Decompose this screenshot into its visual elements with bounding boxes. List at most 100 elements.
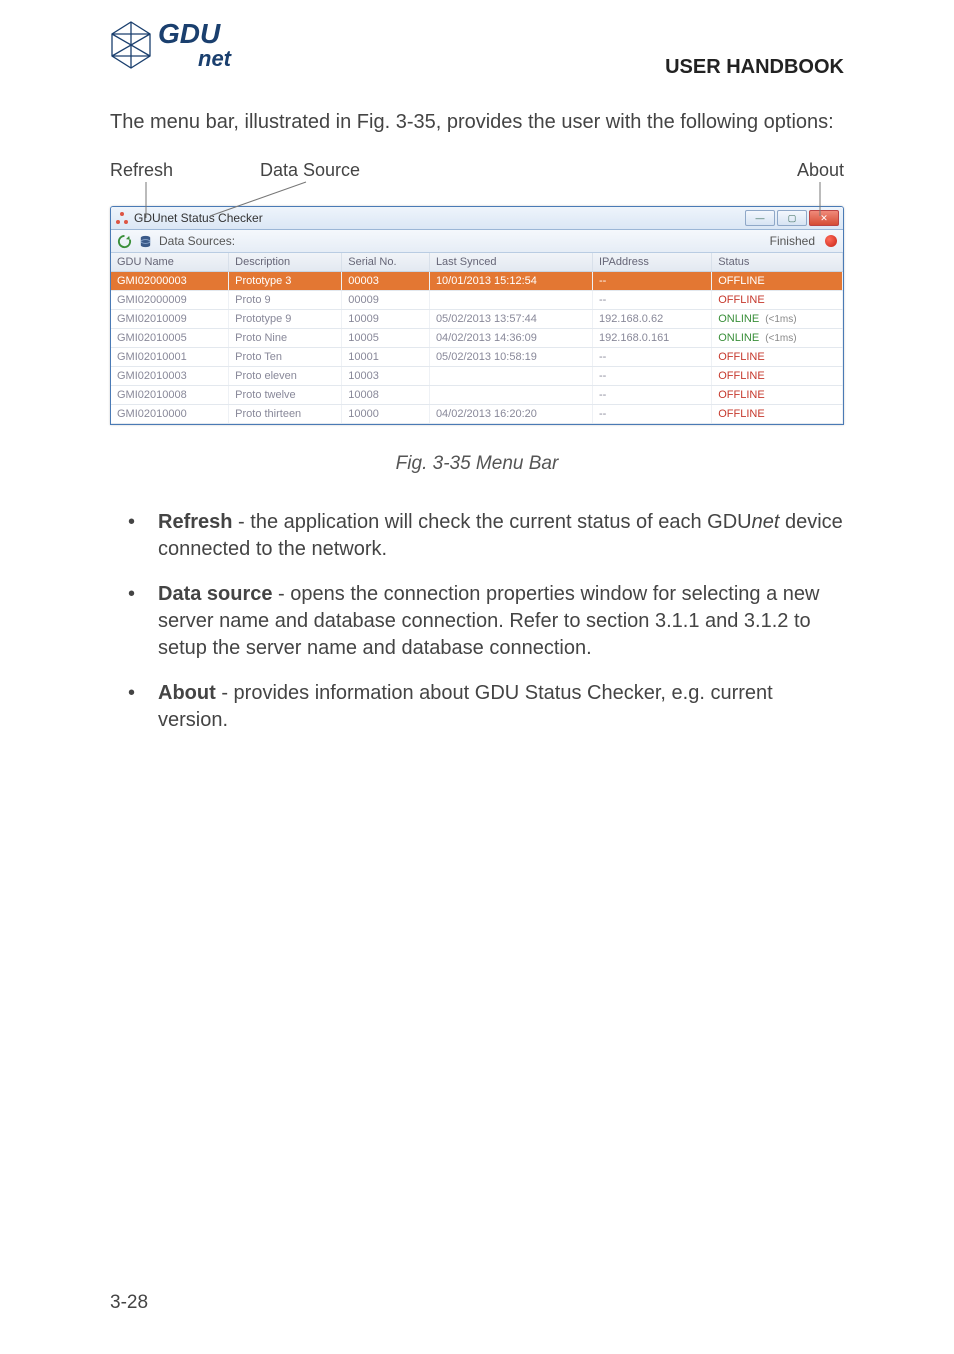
table-cell: GMI02010003 (111, 367, 229, 386)
handbook-title: USER HANDBOOK (665, 56, 844, 79)
table-cell: -- (592, 367, 711, 386)
page-number: 3-28 (110, 1292, 148, 1314)
toolbar-label: Data Sources: (159, 234, 764, 248)
table-cell: 192.168.0.62 (592, 310, 711, 329)
page-header: GDU net USER HANDBOOK (110, 20, 844, 79)
table-row[interactable]: GMI02010005Proto Nine1000504/02/2013 14:… (111, 329, 843, 348)
data-source-icon[interactable] (138, 234, 153, 249)
list-item: About - provides information about GDU S… (128, 680, 844, 734)
status-cell: ONLINE(<1ms) (712, 310, 843, 329)
close-button[interactable]: ✕ (809, 210, 839, 226)
table-cell: 05/02/2013 10:58:19 (429, 348, 592, 367)
label-about: About (797, 160, 844, 181)
logo-text-top: GDU (158, 20, 231, 48)
table-cell: Proto 9 (229, 291, 342, 310)
table-cell: Proto eleven (229, 367, 342, 386)
table-cell: Proto Nine (229, 329, 342, 348)
table-row[interactable]: GMI02000009Proto 900009 --OFFLINE (111, 291, 843, 310)
logo-text-bottom: net (198, 48, 231, 70)
list-item: Data source - opens the connection prope… (128, 581, 844, 662)
table-cell: Prototype 3 (229, 272, 342, 291)
window-titlebar[interactable]: GDUnet Status Checker — ▢ ✕ (111, 207, 843, 230)
figure-caption: Fig. 3-35 Menu Bar (110, 453, 844, 475)
logo-wire-icon (110, 20, 152, 70)
table-cell: -- (592, 386, 711, 405)
callout-labels: Refresh Data Source About (110, 160, 844, 206)
status-indicator-icon (825, 235, 837, 247)
label-refresh: Refresh (110, 160, 173, 181)
bullet-strong: Refresh (158, 511, 232, 533)
table-cell: GMI02000003 (111, 272, 229, 291)
col-last-synced[interactable]: Last Synced (429, 253, 592, 272)
table-cell: 00009 (342, 291, 430, 310)
table-cell: 10005 (342, 329, 430, 348)
window-title: GDUnet Status Checker (134, 211, 743, 225)
table-cell: -- (592, 291, 711, 310)
status-text: Finished (770, 234, 815, 248)
maximize-button[interactable]: ▢ (777, 210, 807, 226)
toolbar: Data Sources: Finished (111, 230, 843, 253)
bullet-italic: net (752, 511, 780, 533)
bullet-text: - provides information about GDU Status … (158, 682, 773, 731)
intro-paragraph: The menu bar, illustrated in Fig. 3-35, … (110, 109, 844, 136)
table-cell: GMI02010001 (111, 348, 229, 367)
table-cell: -- (592, 348, 711, 367)
bullet-strong: About (158, 682, 216, 704)
list-item: Refresh - the application will check the… (128, 509, 844, 563)
table-cell: 10/01/2013 15:12:54 (429, 272, 592, 291)
app-icon (115, 211, 129, 225)
status-cell: OFFLINE (712, 348, 843, 367)
table-row[interactable]: GMI02010003Proto eleven10003 --OFFLINE (111, 367, 843, 386)
table-cell (429, 291, 592, 310)
table-row[interactable]: GMI02000003Prototype 30000310/01/2013 15… (111, 272, 843, 291)
status-cell: OFFLINE (712, 405, 843, 424)
col-serial[interactable]: Serial No. (342, 253, 430, 272)
minimize-button[interactable]: — (745, 210, 775, 226)
table-cell: 10008 (342, 386, 430, 405)
table-header-row: GDU Name Description Serial No. Last Syn… (111, 253, 843, 272)
table-cell: 04/02/2013 16:20:20 (429, 405, 592, 424)
table-cell: 10003 (342, 367, 430, 386)
table-cell (429, 367, 592, 386)
bullet-list: Refresh - the application will check the… (128, 509, 844, 734)
status-cell: OFFLINE (712, 386, 843, 405)
status-cell: OFFLINE (712, 367, 843, 386)
col-gdu-name[interactable]: GDU Name (111, 253, 229, 272)
table-cell: -- (592, 272, 711, 291)
refresh-icon[interactable] (117, 234, 132, 249)
table-cell: Proto thirteen (229, 405, 342, 424)
table-cell: 04/02/2013 14:36:09 (429, 329, 592, 348)
table-cell: 10009 (342, 310, 430, 329)
table-cell: 10001 (342, 348, 430, 367)
table-cell: 10000 (342, 405, 430, 424)
logo: GDU net (110, 20, 231, 70)
table-cell: Proto twelve (229, 386, 342, 405)
table-cell: GMI02000009 (111, 291, 229, 310)
table-row[interactable]: GMI02010008Proto twelve10008 --OFFLINE (111, 386, 843, 405)
table-row[interactable]: GMI02010001Proto Ten1000105/02/2013 10:5… (111, 348, 843, 367)
col-ipaddress[interactable]: IPAddress (592, 253, 711, 272)
table-cell (429, 386, 592, 405)
status-checker-window: GDUnet Status Checker — ▢ ✕ Data Sources… (110, 206, 844, 425)
table-cell: -- (592, 405, 711, 424)
bullet-strong: Data source (158, 583, 273, 605)
table-cell: GMI02010005 (111, 329, 229, 348)
label-data-source: Data Source (260, 160, 360, 181)
status-cell: OFFLINE (712, 291, 843, 310)
status-table: GDU Name Description Serial No. Last Syn… (111, 253, 843, 424)
table-cell: GMI02010008 (111, 386, 229, 405)
table-row[interactable]: GMI02010009Prototype 91000905/02/2013 13… (111, 310, 843, 329)
table-cell: 00003 (342, 272, 430, 291)
table-cell: GMI02010000 (111, 405, 229, 424)
table-cell: Proto Ten (229, 348, 342, 367)
bullet-text: - the application will check the current… (232, 511, 751, 533)
table-cell: 05/02/2013 13:57:44 (429, 310, 592, 329)
status-cell: ONLINE(<1ms) (712, 329, 843, 348)
table-cell: 192.168.0.161 (592, 329, 711, 348)
col-status[interactable]: Status (712, 253, 843, 272)
table-row[interactable]: GMI02010000Proto thirteen1000004/02/2013… (111, 405, 843, 424)
table-cell: GMI02010009 (111, 310, 229, 329)
col-description[interactable]: Description (229, 253, 342, 272)
status-cell: OFFLINE (712, 272, 843, 291)
table-cell: Prototype 9 (229, 310, 342, 329)
